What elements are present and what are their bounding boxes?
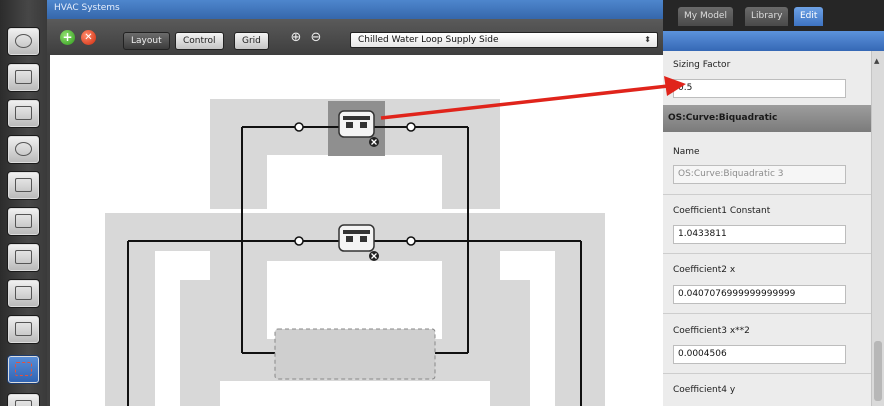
sidebar-item-measures[interactable]	[7, 393, 40, 406]
sizing-factor-field[interactable]: 0.5	[673, 79, 846, 98]
divider	[663, 194, 871, 195]
hvac-canvas-panel: HVAC Systems + ✕ Layout Control Grid ⊕ ⊖…	[47, 0, 663, 406]
constructions-icon	[15, 106, 32, 120]
coefficient2-label: Coefficient2 x	[673, 265, 736, 275]
coefficient3-label: Coefficient3 x**2	[673, 326, 750, 336]
sizing-factor-label: Sizing Factor	[673, 60, 731, 70]
sidebar-item-thermal-zones[interactable]	[7, 243, 40, 272]
coefficient2-field[interactable]: 0.0407076999999999999	[673, 285, 846, 304]
sidebar-item-spaces[interactable]	[7, 315, 40, 344]
building-icon	[15, 214, 32, 228]
loop-select-value: Chilled Water Loop Supply Side	[358, 35, 499, 45]
tab-my-model[interactable]: My Model	[678, 7, 733, 26]
divider	[663, 253, 871, 254]
layout-button[interactable]: Layout	[123, 32, 170, 50]
loop-diagram-canvas[interactable]	[50, 55, 663, 406]
tab-edit[interactable]: Edit	[794, 7, 824, 26]
space-types-icon	[15, 178, 32, 192]
section-title: OS:Curve:Biquadratic	[668, 113, 778, 123]
zoom-out-icon[interactable]: ⊖	[309, 31, 323, 45]
divider	[663, 313, 871, 314]
panel-title-bar: HVAC Systems	[47, 0, 663, 19]
add-button[interactable]: +	[60, 30, 75, 45]
canvas-toolbar: + ✕ Layout Control Grid ⊕ ⊖ Chilled Wate…	[47, 19, 663, 55]
scroll-up-icon[interactable]: ▲	[874, 57, 879, 65]
panel-title: HVAC Systems	[54, 3, 120, 13]
loop-select-dropdown[interactable]: Chilled Water Loop Supply Side ⬍	[350, 32, 658, 48]
inspector-fields: Sizing Factor 0.5 OS:Curve:Biquadratic N…	[663, 51, 871, 406]
app-window: HVAC Systems + ✕ Layout Control Grid ⊕ ⊖…	[0, 0, 884, 406]
scrollbar-thumb[interactable]	[874, 341, 882, 401]
sphere-icon	[15, 34, 32, 48]
select-arrows-icon: ⬍	[644, 35, 651, 44]
loads-icon	[15, 142, 32, 156]
left-icon-rail	[0, 0, 47, 406]
facility-icon	[15, 286, 32, 300]
inspector-tab-bar: My Model Library Edit	[663, 0, 884, 31]
coefficient1-label: Coefficient1 Constant	[673, 206, 771, 216]
inspector-panel: My Model Library Edit Sizing Factor 0.5 …	[663, 0, 884, 406]
divider	[663, 373, 871, 374]
name-field[interactable]: OS:Curve:Biquadratic 3	[673, 165, 846, 184]
sidebar-item-space-types[interactable]	[7, 171, 40, 200]
coefficient3-field[interactable]: 0.0004506	[673, 345, 846, 364]
inspector-header-stripe	[663, 31, 884, 51]
sidebar-item-sphere[interactable]	[7, 27, 40, 56]
grid-button[interactable]: Grid	[234, 32, 269, 50]
spaces-icon	[15, 322, 32, 336]
name-label: Name	[673, 147, 700, 157]
sidebar-item-hvac-systems[interactable]	[7, 355, 40, 384]
coefficient1-field[interactable]: 1.0433811	[673, 225, 846, 244]
zoom-in-icon[interactable]: ⊕	[289, 31, 303, 45]
sidebar-item-calendar[interactable]	[7, 63, 40, 92]
tab-library[interactable]: Library	[745, 7, 789, 26]
inspector-scrollbar[interactable]: ▲	[871, 51, 884, 406]
measures-icon	[15, 400, 32, 406]
calendar-icon	[15, 70, 32, 84]
loop-diagram	[105, 99, 605, 406]
thermal-zones-icon	[15, 250, 32, 264]
delete-button[interactable]: ✕	[81, 30, 96, 45]
coefficient4-label: Coefficient4 y	[673, 385, 736, 395]
control-button[interactable]: Control	[175, 32, 224, 50]
empty-drop-zone	[274, 328, 436, 380]
hvac-systems-icon	[15, 362, 32, 376]
section-header: OS:Curve:Biquadratic	[663, 105, 871, 132]
sidebar-item-building[interactable]	[7, 207, 40, 236]
sidebar-item-loads[interactable]	[7, 135, 40, 164]
sidebar-item-constructions[interactable]	[7, 99, 40, 128]
sidebar-item-facility[interactable]	[7, 279, 40, 308]
